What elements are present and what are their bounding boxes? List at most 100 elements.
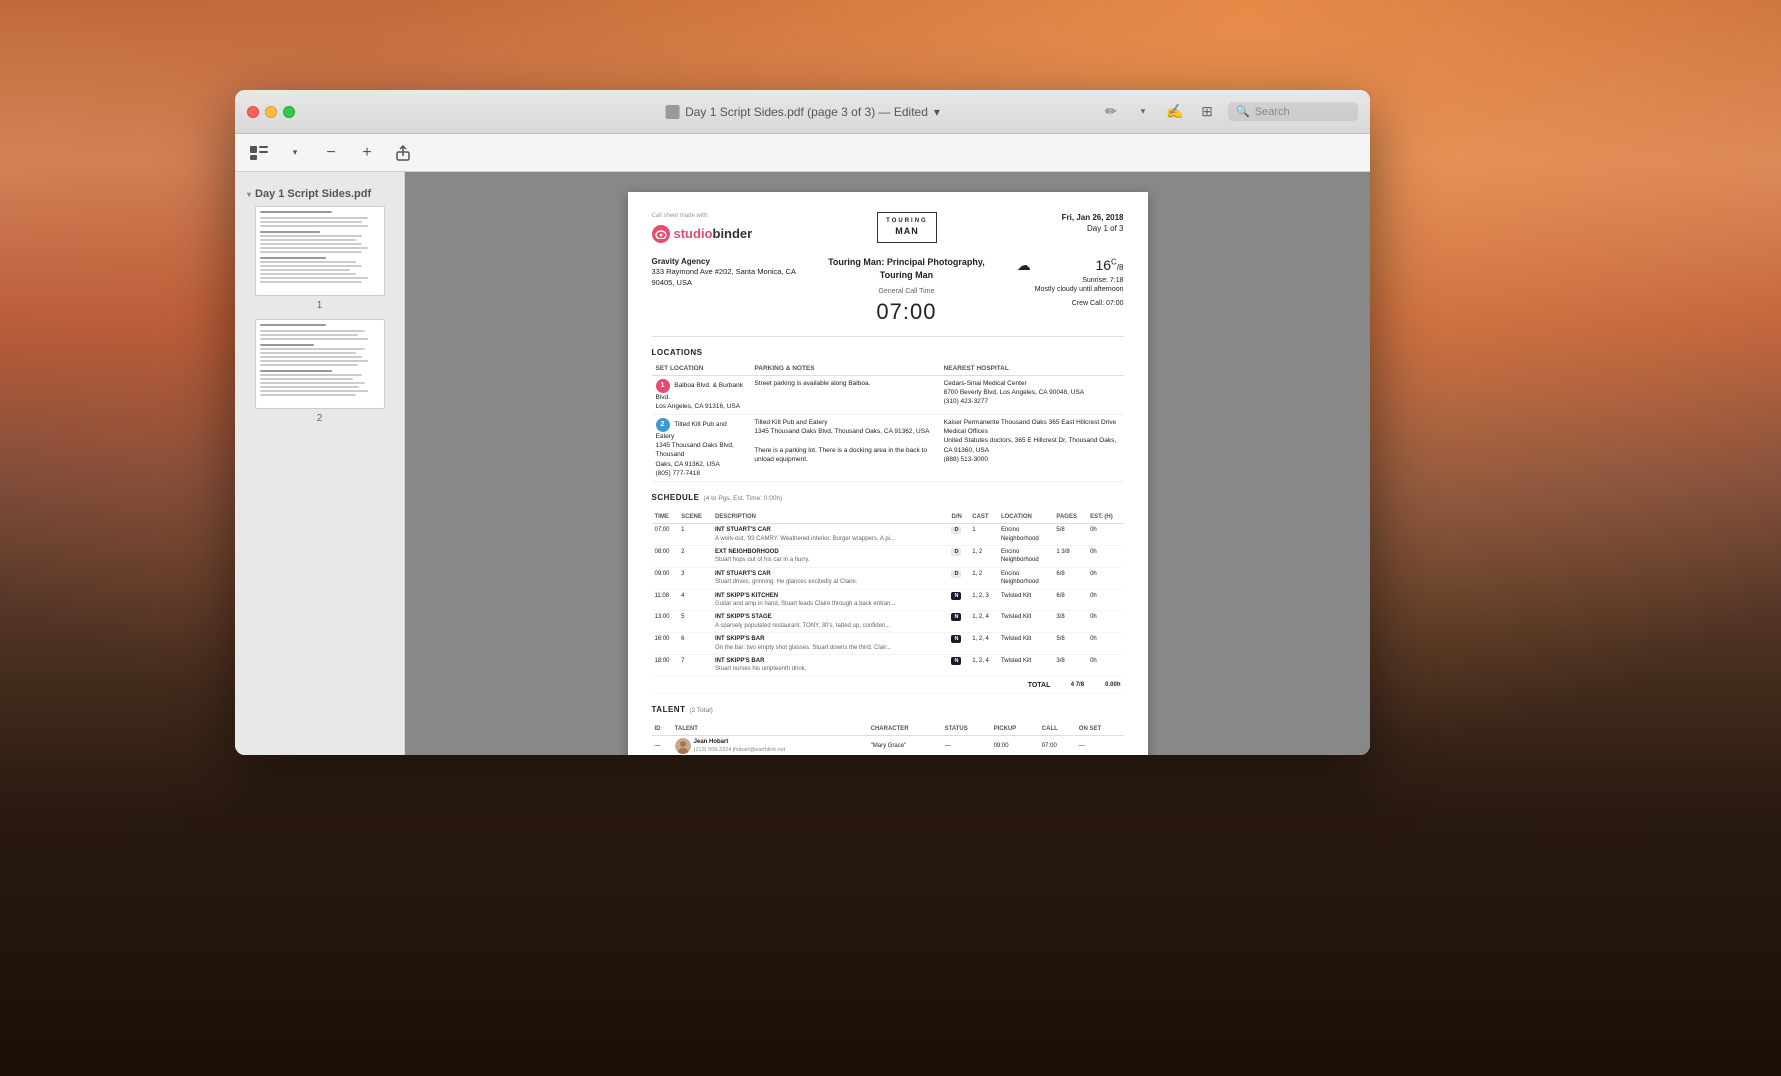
loc-parking-2: Tilted Kilt Pub and Eatery1345 Thousand …: [750, 415, 939, 481]
zoom-in-button[interactable]: +: [353, 141, 381, 165]
sched-dn-5: N: [948, 611, 969, 633]
thumbnail-page-2[interactable]: 2: [247, 319, 392, 424]
sched-time-2: 08:00: [652, 546, 679, 568]
close-button[interactable]: [247, 106, 259, 118]
toolbox-tool[interactable]: ⊞: [1196, 101, 1218, 123]
sign-tool[interactable]: ✍: [1164, 101, 1186, 123]
show-logo-line2: MAN: [886, 225, 928, 238]
loc-hospital-1: Cedars-Sinai Medical Center8700 Beverly …: [940, 376, 1124, 415]
talent-h-call: CALL: [1039, 723, 1076, 736]
cs-locations-title: LOCATIONS: [652, 347, 1124, 358]
pencil-tool[interactable]: ✏: [1100, 101, 1122, 123]
cs-locations-section: LOCATIONS SET LOCATION PARKING & NOTES N…: [652, 347, 1124, 482]
sched-loc-3: EncinoNeighborhood: [998, 567, 1053, 589]
talent-id-1: —: [652, 736, 672, 755]
logo-studio: studio: [674, 226, 713, 241]
minimize-button[interactable]: [265, 106, 277, 118]
sched-dn-7: N: [948, 654, 969, 676]
toolbar: ▾ − +: [235, 134, 1370, 172]
loc-set-1: 1 Balboa Blvd. & Burbank Blvd.Los Angele…: [652, 376, 751, 415]
cs-header: Call sheet made with: studiobinder: [652, 212, 1124, 244]
app-window: Day 1 Script Sides.pdf (page 3 of 3) — E…: [235, 90, 1370, 755]
cs-date-info: Fri, Jan 26, 2018 Day 1 of 3: [1062, 212, 1124, 234]
cs-crew-call: Crew Call: 07:00: [1017, 299, 1124, 309]
pencil-dropdown[interactable]: ▾: [1132, 101, 1154, 123]
search-label: Search: [1255, 106, 1290, 118]
sched-h-dn: D/N: [948, 511, 969, 524]
cs-schedule-title: SCHEDULE: [652, 492, 700, 503]
sched-desc-4: INT SKIPP'S KITCHENGuitar and amp in han…: [712, 589, 949, 611]
talent-name-1: Jean Hobart (213) 569-3324 jhobart@earth…: [672, 736, 868, 755]
talent-h-id: ID: [652, 723, 672, 736]
content-area: ▾ Day 1 Script Sides.pdf: [235, 172, 1370, 755]
loc-hospital-2: Kaiser Permanente Thousand Oaks 365 East…: [940, 415, 1124, 481]
titlebar: Day 1 Script Sides.pdf (page 3 of 3) — E…: [235, 90, 1370, 134]
sched-loc-2: EncinoNeighborhood: [998, 546, 1053, 568]
table-row: 13:00 5 INT SKIPP'S STAGEA sparsely popu…: [652, 611, 1124, 633]
zoom-out-button[interactable]: −: [317, 141, 345, 165]
table-row: 1 Balboa Blvd. & Burbank Blvd.Los Angele…: [652, 376, 1124, 415]
loc-parking-1: Street parking is available along Balboa…: [750, 376, 939, 415]
thumbnail-image-2: [255, 319, 385, 409]
table-row: 16:00 6 INT SKIPP'S BAROn the bar: two e…: [652, 633, 1124, 655]
sched-pages-6: 5/8: [1053, 633, 1087, 655]
cs-company-address: 333 Raymond Ave #202, Santa Monica, CA: [652, 267, 797, 278]
table-row: —: [652, 736, 1124, 755]
total-est: 0.00h: [1087, 676, 1123, 693]
loc-set-2: 2 Tilted Kilt Pub and Eatery1345 Thousan…: [652, 415, 751, 481]
sched-loc-1: EncinoNeighborhood: [998, 524, 1053, 546]
sched-cast-5: 1, 2, 4: [969, 611, 998, 633]
sched-pages-3: 6/8: [1053, 567, 1087, 589]
sched-pages-4: 6/8: [1053, 589, 1087, 611]
cs-day-info: Day 1 of 3: [1062, 223, 1124, 234]
table-row: 09:00 3 INT STUART'S CARStuart drives, g…: [652, 567, 1124, 589]
total-label: TOTAL: [652, 676, 1054, 693]
loc-header-3: NEAREST HOSPITAL: [940, 362, 1124, 376]
share-button[interactable]: [389, 141, 417, 165]
sched-desc-7: INT SKIPP'S BARStuart nurses his umpteen…: [712, 654, 949, 676]
titlebar-title: Day 1 Script Sides.pdf (page 3 of 3) — E…: [665, 105, 940, 119]
thumbnail-label-1: 1: [317, 300, 323, 311]
sidebar-file-title: ▾ Day 1 Script Sides.pdf: [247, 188, 392, 200]
cs-weather: ☁ 16C/8 Sunrise: 7:18 Mostly cloudy unti…: [1017, 256, 1124, 309]
cs-schedule-section: SCHEDULE (4 to Pgs, Est. Time: 0:00h) TI…: [652, 492, 1124, 694]
dropdown-arrow[interactable]: ▾: [934, 105, 940, 119]
sched-loc-7: Twisted Kilt: [998, 654, 1053, 676]
cs-talent-count: (2 Total): [689, 706, 712, 715]
cs-talent-table: ID TALENT CHARACTER STATUS PICKUP CALL O…: [652, 723, 1124, 755]
cs-company-zip: 90405, USA: [652, 278, 797, 289]
cs-logo-area: Call sheet made with: studiobinder: [652, 212, 753, 244]
thumbnail-content-1: [256, 207, 384, 289]
sched-est-2: 0h: [1087, 546, 1123, 568]
sched-scene-1: 1: [678, 524, 712, 546]
sched-cast-2: 1, 2: [969, 546, 998, 568]
cs-company-name: Gravity Agency: [652, 256, 797, 267]
sched-loc-6: Twisted Kilt: [998, 633, 1053, 655]
sched-est-4: 0h: [1087, 589, 1123, 611]
cs-show-logo: TOURING MAN: [877, 212, 937, 243]
maximize-button[interactable]: [283, 106, 295, 118]
call-sheet-document: Call sheet made with: studiobinder: [628, 192, 1148, 755]
sched-time-5: 13:00: [652, 611, 679, 633]
location-num-2: 2: [656, 418, 670, 432]
pdf-viewer[interactable]: Call sheet made with: studiobinder: [405, 172, 1370, 755]
search-box[interactable]: 🔍 Search: [1228, 102, 1358, 121]
sched-scene-5: 5: [678, 611, 712, 633]
avatar: [675, 738, 691, 754]
sched-cast-7: 1, 2, 4: [969, 654, 998, 676]
window-title: Day 1 Script Sides.pdf (page 3 of 3) — E…: [685, 105, 928, 119]
thumbnail-page-1[interactable]: 1: [247, 206, 392, 311]
sched-pages-1: 5/8: [1053, 524, 1087, 546]
sidebar-section: ▾ Day 1 Script Sides.pdf: [235, 182, 404, 430]
sched-h-scene: SCENE: [678, 511, 712, 524]
sched-time-6: 16:00: [652, 633, 679, 655]
sched-est-7: 0h: [1087, 654, 1123, 676]
talent-h-onset: ON SET: [1076, 723, 1124, 736]
view-dropdown[interactable]: ▾: [281, 141, 309, 165]
sched-h-desc: DESCRIPTION: [712, 511, 949, 524]
sched-pages-2: 1 3/8: [1053, 546, 1087, 568]
traffic-lights: [247, 106, 295, 118]
sched-est-5: 0h: [1087, 611, 1123, 633]
view-toggle-button[interactable]: [245, 141, 273, 165]
sched-est-3: 0h: [1087, 567, 1123, 589]
